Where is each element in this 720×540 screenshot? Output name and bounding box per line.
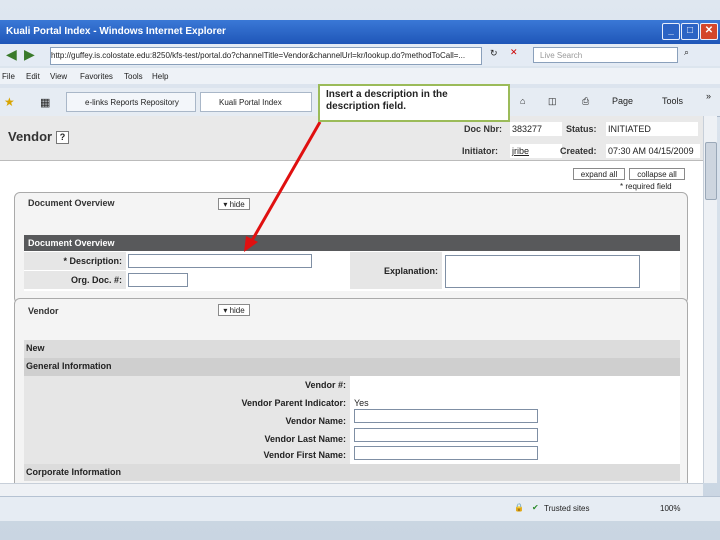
instruction-callout: Insert a description in the description … — [318, 84, 510, 122]
annotation-arrow — [244, 121, 322, 252]
